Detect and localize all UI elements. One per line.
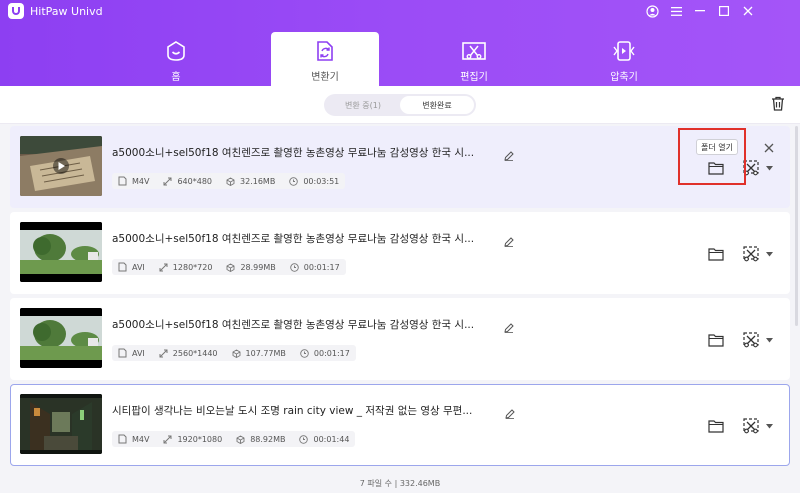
app-header: HitPaw Univd 홈 변환기 편집기 압축기 xyxy=(0,0,800,86)
file-resolution: 2560*1440 xyxy=(172,348,218,358)
video-thumbnail[interactable] xyxy=(20,308,102,368)
file-meta: M4V 640*480 32.16MB 00:03:51 xyxy=(112,173,346,189)
maximize-icon[interactable] xyxy=(712,2,736,20)
format-icon xyxy=(118,348,127,358)
tab-home[interactable]: 홈 xyxy=(122,32,230,86)
dropdown-arrow-icon xyxy=(766,251,773,256)
file-size: 107.77MB xyxy=(245,348,286,358)
format-icon xyxy=(118,434,127,444)
edit-options-button[interactable] xyxy=(740,244,773,264)
file-list-item[interactable]: 시티팝이 생각나는 비오는날 도시 조명 rain city view _ 저작… xyxy=(10,384,790,466)
open-folder-icon[interactable] xyxy=(708,246,724,265)
file-duration: 00:01:17 xyxy=(303,262,340,272)
tab-converter[interactable]: 변환기 xyxy=(271,32,379,86)
scissors-icon xyxy=(743,332,759,348)
file-format: M4V xyxy=(132,434,150,444)
minimize-icon[interactable] xyxy=(688,2,712,20)
window-controls xyxy=(640,2,760,20)
rename-icon[interactable] xyxy=(504,146,514,165)
duration-icon xyxy=(299,434,309,444)
duration-icon xyxy=(289,262,299,272)
tab-compressor-label: 압축기 xyxy=(610,72,638,83)
file-duration: 00:03:51 xyxy=(303,176,340,186)
file-list-item[interactable]: a5000소니+sel50f18 여친렌즈로 촬영한 농촌영상 무료나눔 감성영… xyxy=(10,212,790,294)
file-title: 시티팝이 생각나는 비오는날 도시 조명 rain city view _ 저작… xyxy=(112,405,473,417)
video-thumbnail[interactable] xyxy=(20,136,102,196)
converted-tab[interactable]: 변환완료 xyxy=(400,96,474,114)
format-icon xyxy=(118,262,127,272)
video-thumbnail[interactable] xyxy=(20,394,102,454)
close-window-icon[interactable] xyxy=(736,2,760,20)
file-format: AVI xyxy=(132,262,145,272)
file-size: 28.99MB xyxy=(240,262,276,272)
compressor-icon xyxy=(613,41,635,61)
tab-home-label: 홈 xyxy=(171,72,181,83)
file-size: 88.92MB xyxy=(250,434,286,444)
resolution-icon xyxy=(159,263,168,271)
file-title: a5000소니+sel50f18 여친렌즈로 촬영한 농촌영상 무료나눔 감성영… xyxy=(112,233,475,245)
open-folder-icon[interactable] xyxy=(708,332,724,351)
file-size: 32.16MB xyxy=(240,176,276,186)
scissors-icon xyxy=(743,418,759,434)
file-meta: AVI 1280*720 28.99MB 00:01:17 xyxy=(112,259,346,275)
file-title: a5000소니+sel50f18 여친렌즈로 촬영한 농촌영상 무료나눔 감성영… xyxy=(112,147,475,159)
edit-options-button[interactable] xyxy=(740,330,773,350)
rename-icon[interactable] xyxy=(505,404,515,423)
file-format: AVI xyxy=(132,348,145,358)
dropdown-arrow-icon xyxy=(766,165,773,170)
file-resolution: 1920*1080 xyxy=(177,434,223,444)
app-logo-icon xyxy=(8,3,24,19)
tab-editor-label: 편집기 xyxy=(460,72,488,83)
account-icon[interactable] xyxy=(640,2,664,20)
file-duration: 00:01:17 xyxy=(313,348,350,358)
duration-icon xyxy=(300,348,309,358)
list-scrollbar[interactable] xyxy=(795,126,798,326)
file-meta: M4V 1920*1080 88.92MB 00:01:44 xyxy=(112,431,356,447)
open-folder-icon[interactable] xyxy=(708,418,724,437)
scissors-icon xyxy=(743,246,759,262)
status-segmented-control: 변환 중(1) 변환완료 xyxy=(324,94,476,116)
file-duration: 00:01:44 xyxy=(313,434,350,444)
file-list-item[interactable]: a5000소니+sel50f18 여친렌즈로 촬영한 농촌영상 무료나눔 감성영… xyxy=(10,298,790,380)
file-resolution: 1280*720 xyxy=(172,262,213,272)
resolution-icon xyxy=(163,177,172,185)
file-format: M4V xyxy=(132,176,150,186)
video-thumbnail[interactable] xyxy=(20,222,102,282)
delete-all-icon[interactable] xyxy=(771,96,785,115)
format-icon xyxy=(118,176,127,186)
dropdown-arrow-icon xyxy=(766,423,773,428)
rename-icon[interactable] xyxy=(504,318,514,337)
duration-icon xyxy=(289,176,299,186)
app-title: HitPaw Univd xyxy=(30,4,103,18)
menu-icon[interactable] xyxy=(664,2,688,20)
tab-editor[interactable]: 편집기 xyxy=(420,32,528,86)
size-icon xyxy=(232,348,240,358)
tab-compressor[interactable]: 압축기 xyxy=(570,32,678,86)
converting-tab[interactable]: 변환 중(1) xyxy=(326,96,400,114)
size-icon xyxy=(226,262,235,272)
rename-icon[interactable] xyxy=(504,232,514,251)
file-title: a5000소니+sel50f18 여친렌즈로 촬영한 농촌영상 무료나눔 감성영… xyxy=(112,319,475,331)
size-icon xyxy=(226,176,235,186)
resolution-icon xyxy=(159,349,168,357)
highlight-box xyxy=(678,128,746,185)
file-resolution: 640*480 xyxy=(177,176,213,186)
file-list-item[interactable]: a5000소니+sel50f18 여친렌즈로 촬영한 농촌영상 무료나눔 감성영… xyxy=(10,126,790,208)
sub-toolbar: 변환 중(1) 변환완료 xyxy=(0,86,800,124)
size-icon xyxy=(236,434,245,444)
dropdown-arrow-icon xyxy=(766,337,773,342)
file-meta: AVI 2560*1440 107.77MB 00:01:17 xyxy=(112,345,356,361)
remove-item-icon[interactable] xyxy=(764,138,774,157)
editor-icon xyxy=(462,42,486,60)
resolution-icon xyxy=(163,435,172,443)
status-footer: 7 파일 수 | 332.46MB xyxy=(0,474,800,493)
converter-icon xyxy=(317,41,333,61)
edit-options-button[interactable] xyxy=(740,416,773,436)
app-title-area: HitPaw Univd xyxy=(8,3,103,19)
home-icon xyxy=(167,41,185,61)
tab-converter-label: 변환기 xyxy=(311,72,339,83)
